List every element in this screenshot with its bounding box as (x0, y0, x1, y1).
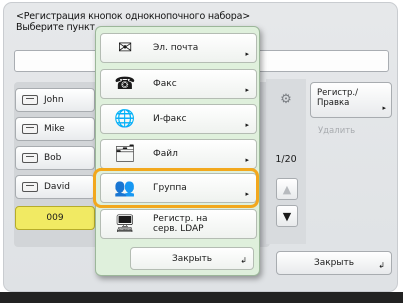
ifax-icon: 🌐 (114, 109, 136, 129)
return-arrow-icon: ↲ (240, 256, 247, 265)
submenu-arrow-icon: ▸ (245, 121, 249, 129)
menu-item-ifax[interactable]: 🌐 И-факс ▸ (100, 104, 257, 134)
submenu-arrow-icon: ▸ (245, 86, 249, 94)
menu-item-email[interactable]: ✉ Эл. почта ▸ (100, 33, 257, 63)
page-subtitle: Выберите пункт (16, 22, 95, 33)
contact-label: 009 (46, 213, 64, 223)
email-address-icon (22, 153, 38, 163)
contact-button-john[interactable]: John (15, 88, 95, 112)
close-label: Закрыть (171, 253, 213, 264)
contact-button-david[interactable]: David (15, 175, 95, 199)
contact-button-009[interactable]: 009 (15, 206, 95, 230)
file-icon: 🗂 (114, 144, 136, 164)
status-bar (0, 292, 403, 303)
register-edit-label: Регистр./ Правка (317, 88, 358, 108)
email-address-icon (22, 124, 38, 134)
contact-label: David (44, 182, 70, 192)
menu-item-ldap[interactable]: 🖥 Регистр. на серв. LDAP (100, 209, 257, 239)
scroll-down-button[interactable]: ▼ (276, 205, 298, 227)
delete-button[interactable]: Удалить (318, 126, 355, 136)
menu-item-file[interactable]: 🗂 Файл ▸ (100, 139, 257, 169)
submenu-arrow-icon: ▸ (245, 156, 249, 164)
menu-item-fax[interactable]: ☎ Факс ▸ (100, 69, 257, 99)
selection-highlight (93, 168, 259, 208)
fax-icon: ☎ (114, 74, 136, 94)
menu-item-label: Факс (153, 79, 177, 89)
menu-item-label: Регистр. на серв. LDAP (153, 214, 208, 234)
menu-item-label: Файл (153, 149, 178, 159)
contact-label: Bob (44, 153, 62, 163)
menu-item-label: И-факс (153, 114, 187, 124)
page-title: <Регистрация кнопок однокнопочного набор… (16, 11, 250, 22)
contact-label: Mike (44, 124, 65, 134)
email-icon: ✉ (117, 38, 133, 58)
ldap-icon: 🖥 (114, 214, 136, 234)
close-label: Закрыть (313, 258, 355, 268)
detail-icon[interactable]: ⚙ (278, 92, 294, 108)
menu-item-label: Эл. почта (153, 43, 199, 53)
submenu-arrow-icon: ▸ (245, 50, 249, 58)
popup-close-button[interactable]: Закрыть ↲ (130, 247, 254, 270)
page-number: 1/20 (275, 154, 297, 165)
submenu-arrow-icon: ▸ (382, 104, 386, 112)
scroll-up-button[interactable]: ▲ (276, 178, 298, 200)
contact-button-mike[interactable]: Mike (15, 117, 95, 141)
register-edit-button[interactable]: Регистр./ Правка ▸ (310, 82, 392, 118)
return-arrow-icon: ↲ (378, 261, 385, 270)
email-address-icon (22, 182, 38, 192)
contact-button-bob[interactable]: Bob (15, 146, 95, 170)
email-address-icon (22, 95, 38, 105)
close-button[interactable]: Закрыть ↲ (276, 251, 392, 275)
contact-label: John (44, 95, 64, 105)
